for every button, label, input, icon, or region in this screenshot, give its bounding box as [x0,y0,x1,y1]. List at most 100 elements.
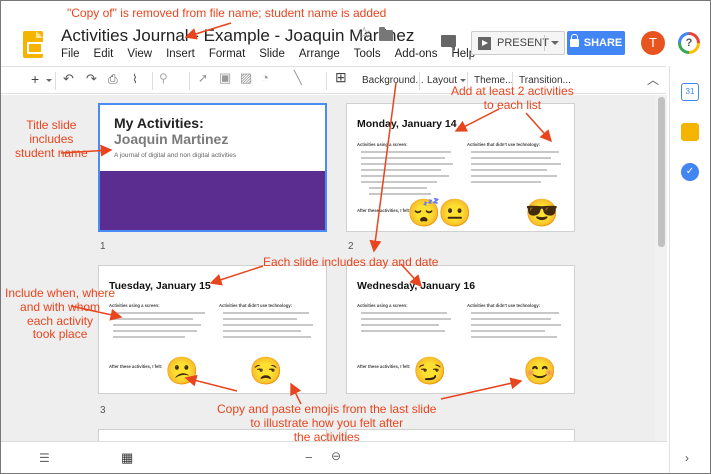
shape-icon[interactable]: ◔ [261,70,269,85]
redo-icon[interactable]: ↷ [86,71,97,87]
share-button[interactable]: SHARE [567,31,625,55]
annotation-two-activities: Add at least 2 activities to each list [451,84,574,112]
list-item [361,324,439,326]
slide-title: My Activities: [114,115,204,131]
lock-icon [569,34,579,47]
annotation-emojis: Copy and paste emojis from the last slid… [217,402,437,444]
list-item [361,157,445,159]
menu-edit[interactable]: Edit [94,48,114,60]
slide-number: 1 [100,241,106,252]
comment-icon[interactable] [441,35,456,51]
list-item [471,312,559,314]
menu-insert[interactable]: Insert [166,48,195,60]
confused-emoji: 😕 [165,356,199,386]
zoom-icon[interactable]: ⊖ [331,449,341,463]
toolbar-divider [189,72,190,90]
side-panel: 31 ✓ › [669,66,710,473]
new-slide-icon[interactable]: + [31,71,39,87]
non-tech-activities-heading: Activities that didn't use technology: [467,142,541,147]
list-item [223,318,297,320]
list-item [223,312,309,314]
present-button[interactable]: PRESENT [471,31,565,55]
annotation-title-slide: Title slide includes student name [15,118,88,160]
list-item [223,336,311,338]
menu-slide[interactable]: Slide [259,48,285,60]
annotation-day-date: Each slide includes day and date [263,255,439,269]
list-item [113,324,201,326]
present-play-icon [478,36,491,50]
menu-format[interactable]: Format [209,48,245,60]
list-item [361,175,449,177]
menu-view[interactable]: View [127,48,152,60]
list-item [471,336,557,338]
screen-activities-heading: Activities using a screen: [357,142,408,147]
slide-title: Monday, January 14 [357,118,457,130]
chevron-down-icon[interactable] [551,41,559,45]
slide-number: 2 [348,241,354,252]
unamused-emoji: 😒 [249,356,283,386]
list-item [471,175,557,177]
background-button[interactable]: Background... [362,75,424,86]
star-icon[interactable]: ☆ [357,23,371,43]
add-comment-icon[interactable]: ⊞ [335,69,347,86]
zoom-icon[interactable]: ⚲ [159,71,168,85]
menu-arrange[interactable]: Arrange [299,48,340,60]
filmstrip-view-icon[interactable]: ☰ [39,451,50,465]
bottom-bar: ☰ ▦ − ⊖ [1,441,667,473]
slide-4-thumbnail[interactable]: Wednesday, January 16 Activities using a… [346,265,575,394]
list-item [361,181,437,183]
sunglasses-emoji: 😎 [525,198,559,228]
paint-format-icon[interactable]: ⌇ [132,72,138,86]
list-item [361,151,451,153]
feelings-label: After these activities, I felt: [357,364,411,369]
menu-tools[interactable]: Tools [354,48,381,60]
new-slide-menu-icon[interactable] [46,79,52,82]
list-item [369,193,431,195]
annotation-filename: "Copy of" is removed from file name; stu… [67,6,387,20]
chevron-right-icon[interactable]: › [685,451,689,465]
slide-2-thumbnail[interactable]: Monday, January 14 Activities using a sc… [346,103,575,232]
chevron-up-icon[interactable]: ︿ [647,71,659,88]
scrollbar-thumb[interactable] [658,97,665,247]
list-item [471,151,559,153]
list-item [471,163,561,165]
help-icon[interactable]: ? [678,32,700,54]
list-item [471,169,547,171]
chevron-down-icon [460,78,467,82]
slide-3-thumbnail[interactable]: Tuesday, January 15 Activities using a s… [98,265,327,394]
slide-1-thumbnail[interactable]: My Activities: Joaquin Martinez A journa… [98,103,327,232]
sleepy-emoji: 😴 [407,198,441,228]
list-item [113,318,193,320]
menu-addons[interactable]: Add-ons [395,48,438,60]
folder-icon[interactable] [379,27,393,41]
text-box-icon[interactable]: ▣ [219,70,231,86]
print-icon[interactable]: ⎙ [108,72,118,87]
menu-file[interactable]: File [61,48,80,60]
list-item [471,330,545,332]
list-item [361,318,451,320]
non-tech-activities-heading: Activities that didn't use technology: [467,303,541,308]
undo-icon[interactable]: ↶ [63,71,74,87]
zoom-out-icon[interactable]: − [305,450,313,465]
screen-activities-heading: Activities using a screen: [357,303,408,308]
toolbar-divider [152,72,153,90]
title-band [100,171,325,230]
help-glyph: ? [681,35,697,51]
list-item [471,318,551,320]
list-item [113,330,197,332]
avatar[interactable]: T [641,31,665,55]
slides-logo-icon[interactable] [23,31,43,58]
list-item [471,324,561,326]
toolbar-divider [419,72,420,90]
feelings-label: After these activities, I felt: [357,208,411,213]
select-cursor-icon[interactable]: ➚ [198,71,208,85]
grid-view-icon[interactable]: ▦ [121,450,133,466]
image-icon[interactable]: ▨ [240,70,252,86]
list-item [113,336,185,338]
tasks-icon[interactable]: ✓ [681,163,699,181]
line-icon[interactable]: ╲ [294,70,302,86]
list-item [361,330,445,332]
calendar-icon[interactable]: 31 [681,83,699,101]
keep-icon[interactable] [681,123,699,141]
list-item [113,312,205,314]
